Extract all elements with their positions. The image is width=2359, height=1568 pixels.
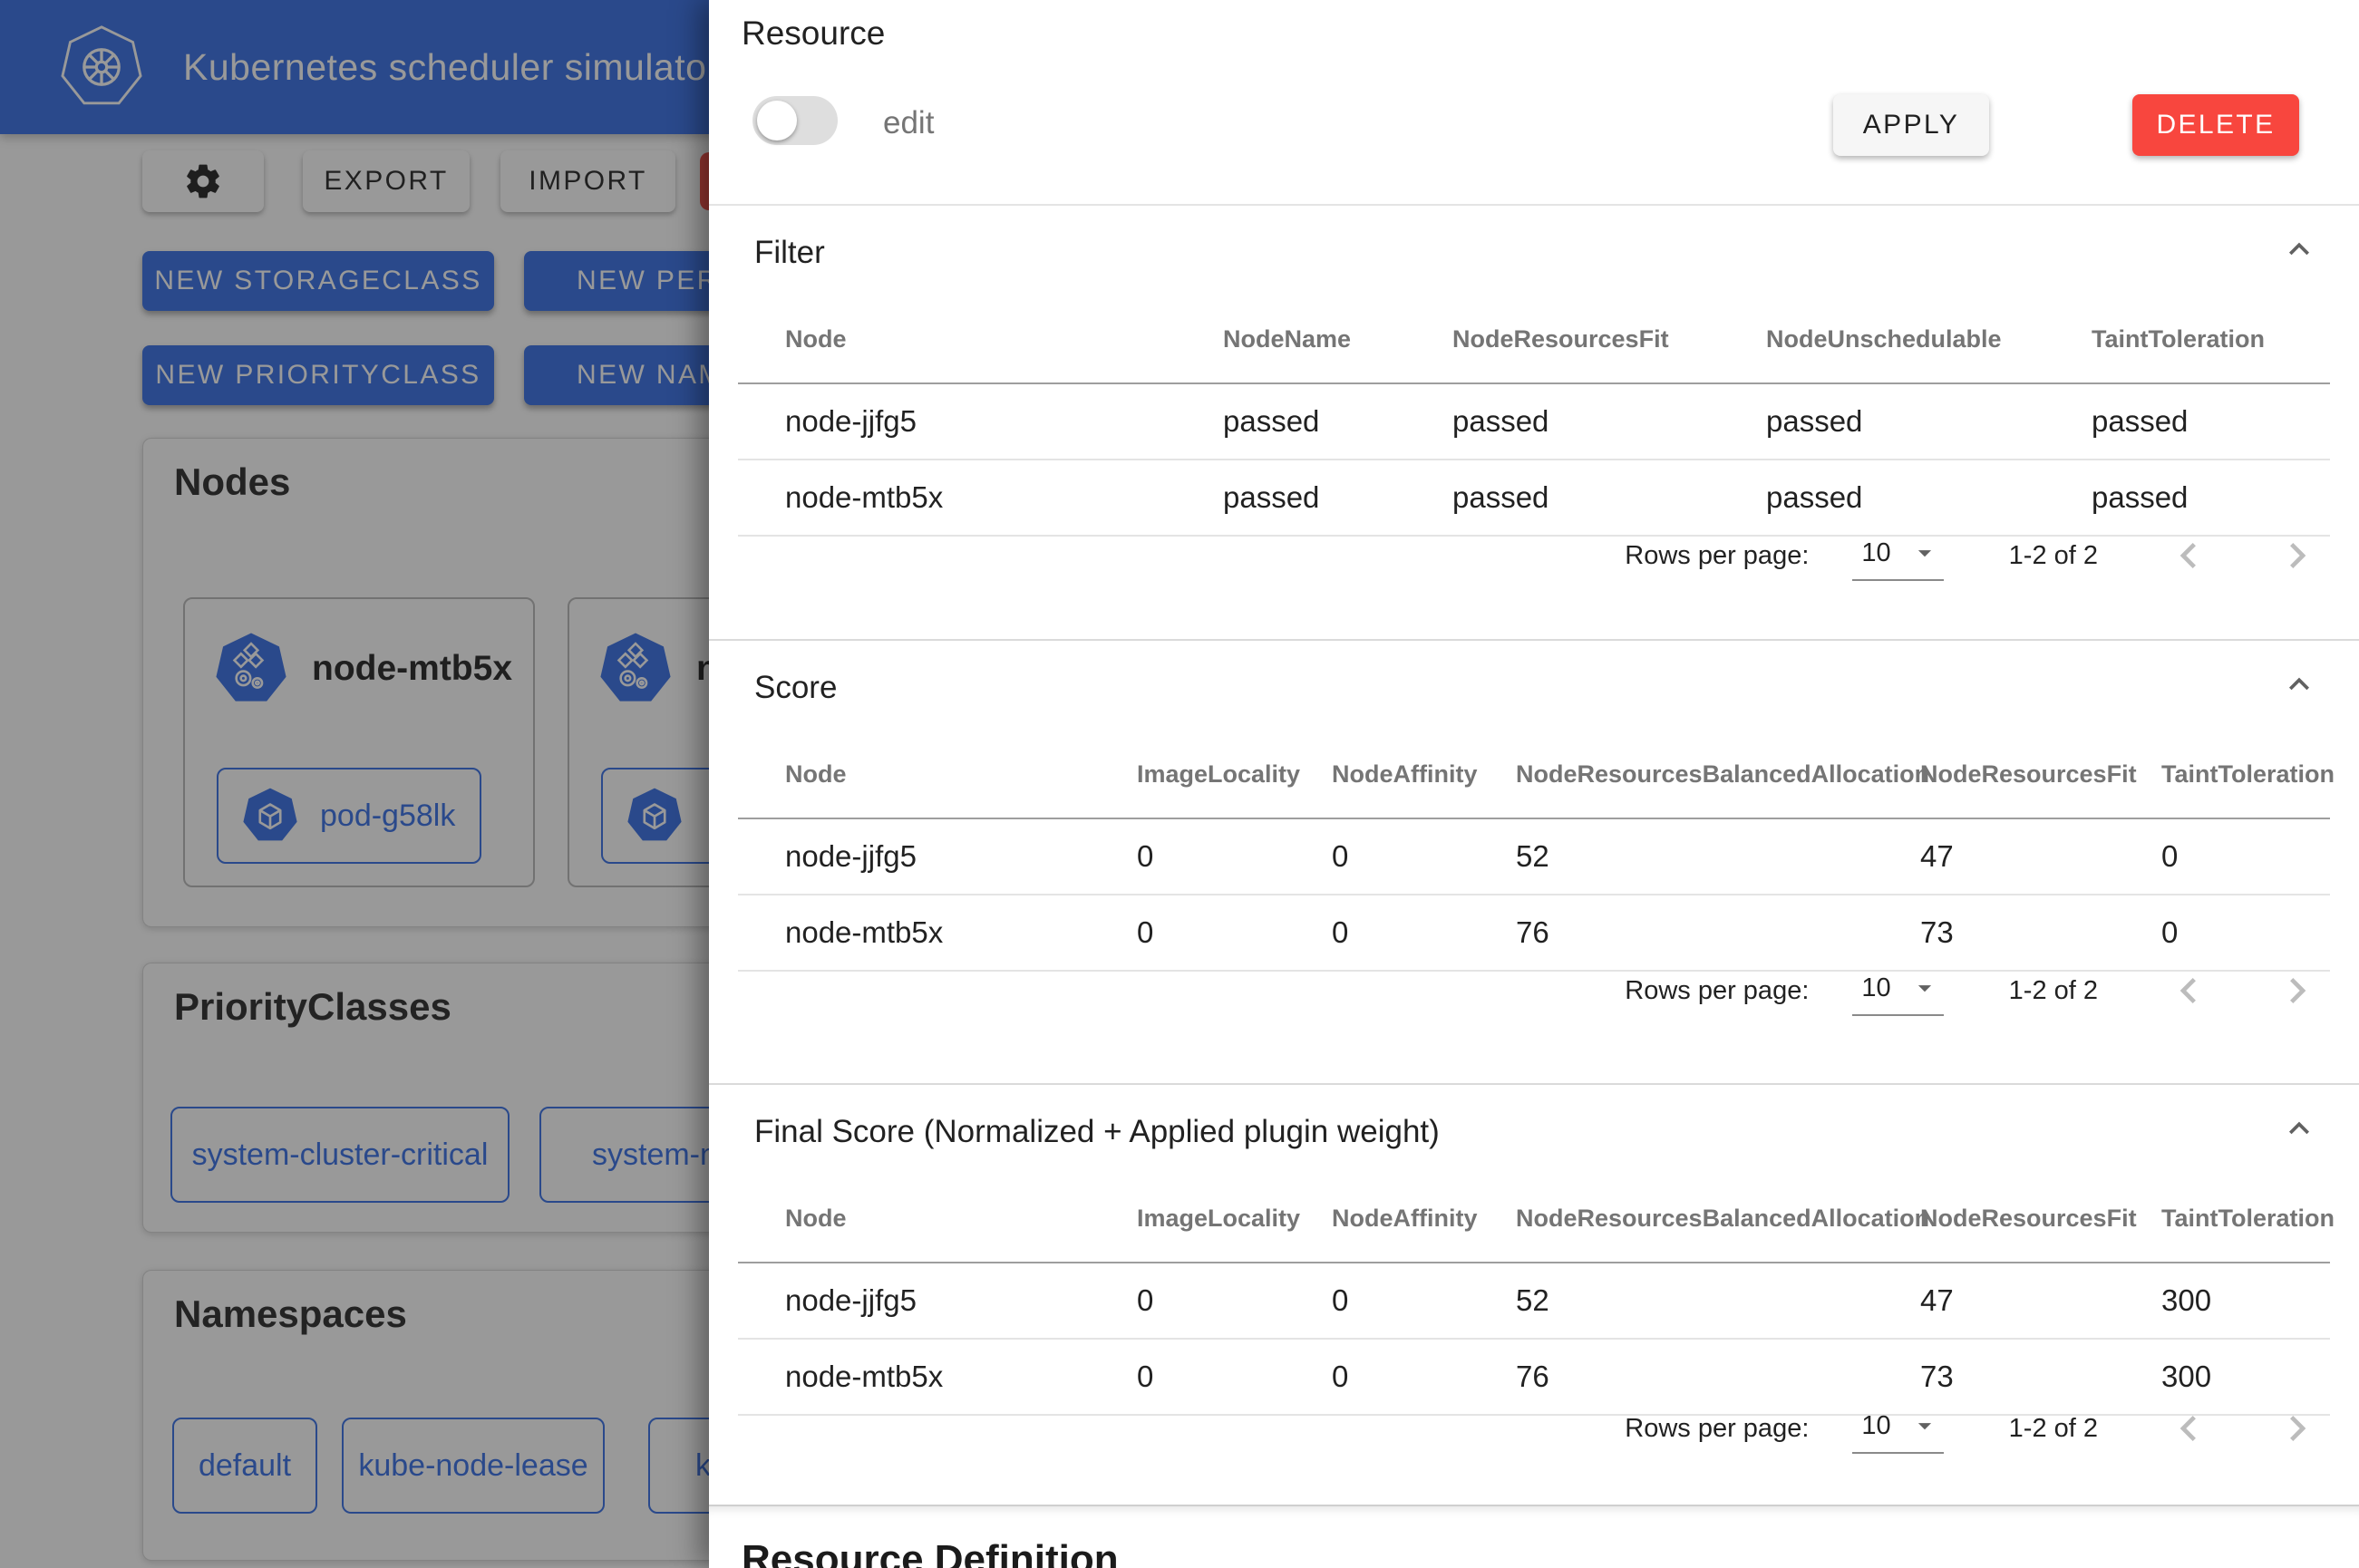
final-score-section: Final Score (Normalized + Applied plugin… — [709, 1083, 2359, 1505]
node-name-cell: node-mtb5x — [738, 460, 1176, 536]
apply-button[interactable]: APPLY — [1833, 94, 1989, 156]
value-cell: 0 — [1090, 818, 1285, 895]
column-header: Node — [738, 731, 1090, 818]
node-name-cell: node-jjfg5 — [738, 383, 1176, 460]
value-cell: 52 — [1469, 1263, 1873, 1339]
rows-per-page-value: 10 — [1861, 973, 1890, 1003]
filter-pagination: Rows per page: 10 1-2 of 2 — [1625, 523, 2323, 588]
filter-table: NodeNodeNameNodeResourcesFitNodeUnschedu… — [738, 296, 2330, 537]
value-cell: 47 — [1873, 818, 2114, 895]
rows-per-page-select[interactable]: 10 — [1852, 965, 1943, 1016]
rows-per-page-select[interactable]: 10 — [1852, 1403, 1943, 1454]
pagination-range: 1-2 of 2 — [2009, 1414, 2098, 1444]
value-cell: 300 — [2114, 1263, 2330, 1339]
value-cell: 0 — [2114, 818, 2330, 895]
value-cell: passed — [1719, 383, 2044, 460]
filter-section-title: Filter — [754, 235, 825, 271]
edit-toggle[interactable] — [752, 96, 838, 145]
column-header: NodeUnschedulable — [1719, 296, 2044, 383]
node-name-cell: node-mtb5x — [738, 1339, 1090, 1415]
resource-drawer-header: Resource edit APPLY DELETE — [709, 0, 2359, 206]
score-pagination: Rows per page: 10 1-2 of 2 — [1625, 958, 2323, 1023]
delete-button[interactable]: DELETE — [2132, 94, 2299, 156]
next-page-button[interactable] — [2272, 530, 2323, 581]
collapse-filter-button[interactable] — [2279, 229, 2319, 269]
column-header: Node — [738, 1176, 1090, 1263]
caret-down-icon — [1909, 1410, 1940, 1441]
resource-title: Resource — [742, 15, 885, 53]
previous-page-button[interactable] — [2163, 1403, 2214, 1454]
value-cell: passed — [1405, 383, 1719, 460]
value-cell: passed — [1176, 383, 1405, 460]
column-header: Node — [738, 296, 1176, 383]
final-score-table: NodeImageLocalityNodeAffinityNodeResourc… — [738, 1176, 2330, 1416]
final-score-section-title: Final Score (Normalized + Applied plugin… — [754, 1114, 1440, 1150]
chevron-up-icon — [2279, 229, 2319, 269]
value-cell: 0 — [1090, 1339, 1285, 1415]
column-header: NodeResourcesBalancedAllocation — [1469, 731, 1873, 818]
collapse-score-button[interactable] — [2279, 664, 2319, 704]
value-cell: 0 — [1090, 895, 1285, 971]
column-header: ImageLocality — [1090, 731, 1285, 818]
value-cell: passed — [1176, 460, 1405, 536]
value-cell: 52 — [1469, 818, 1873, 895]
score-section: Score NodeImageLocalityNodeAffinityNodeR… — [709, 639, 2359, 1083]
value-cell: 0 — [1090, 1263, 1285, 1339]
column-header: TaintToleration — [2114, 731, 2330, 818]
chevron-up-icon — [2279, 1108, 2319, 1148]
column-header: NodeResourcesFit — [1405, 296, 1719, 383]
rows-per-page-label: Rows per page: — [1625, 976, 1809, 1006]
caret-down-icon — [1909, 973, 1940, 1003]
node-name-cell: node-jjfg5 — [738, 818, 1090, 895]
rows-per-page-label: Rows per page: — [1625, 1414, 1809, 1444]
value-cell: 0 — [1285, 818, 1469, 895]
column-header: NodeAffinity — [1285, 1176, 1469, 1263]
rows-per-page-select[interactable]: 10 — [1852, 530, 1943, 581]
column-header: NodeName — [1176, 296, 1405, 383]
table-row: node-jjfg5passedpassedpassedpassed — [738, 383, 2330, 460]
score-section-title: Score — [754, 670, 837, 706]
resource-definition-section: Resource Definition — [709, 1505, 2359, 1568]
value-cell: 0 — [1285, 1339, 1469, 1415]
edit-toggle-thumb — [757, 101, 797, 140]
score-table: NodeImageLocalityNodeAffinityNodeResourc… — [738, 731, 2330, 972]
value-cell: 0 — [1285, 895, 1469, 971]
value-cell: passed — [2044, 383, 2330, 460]
resource-definition-title: Resource Definition — [742, 1537, 1119, 1568]
table-row: node-jjfg5005247300 — [738, 1263, 2330, 1339]
node-name-cell: node-jjfg5 — [738, 1263, 1090, 1339]
next-page-button[interactable] — [2272, 1403, 2323, 1454]
column-header: ImageLocality — [1090, 1176, 1285, 1263]
column-header: NodeAffinity — [1285, 731, 1469, 818]
value-cell: 47 — [1873, 1263, 2114, 1339]
rows-per-page-value: 10 — [1861, 1411, 1890, 1441]
chevron-up-icon — [2279, 664, 2319, 704]
edit-toggle-label: edit — [883, 105, 934, 141]
table-row: node-jjfg50052470 — [738, 818, 2330, 895]
next-page-button[interactable] — [2272, 965, 2323, 1016]
previous-page-button[interactable] — [2163, 965, 2214, 1016]
pagination-range: 1-2 of 2 — [2009, 976, 2098, 1006]
pagination-range: 1-2 of 2 — [2009, 541, 2098, 571]
column-header: TaintToleration — [2114, 1176, 2330, 1263]
caret-down-icon — [1909, 537, 1940, 568]
column-header: TaintToleration — [2044, 296, 2330, 383]
rows-per-page-label: Rows per page: — [1625, 541, 1809, 571]
column-header: NodeResourcesBalancedAllocation — [1469, 1176, 1873, 1263]
collapse-final-score-button[interactable] — [2279, 1108, 2319, 1148]
filter-section: Filter NodeNodeNameNodeResourcesFitNodeU… — [709, 206, 2359, 639]
node-name-cell: node-mtb5x — [738, 895, 1090, 971]
rows-per-page-value: 10 — [1861, 538, 1890, 568]
resource-drawer: Resource edit APPLY DELETE Filter NodeNo… — [709, 0, 2359, 1568]
final-score-pagination: Rows per page: 10 1-2 of 2 — [1625, 1396, 2323, 1461]
value-cell: 0 — [1285, 1263, 1469, 1339]
previous-page-button[interactable] — [2163, 530, 2214, 581]
